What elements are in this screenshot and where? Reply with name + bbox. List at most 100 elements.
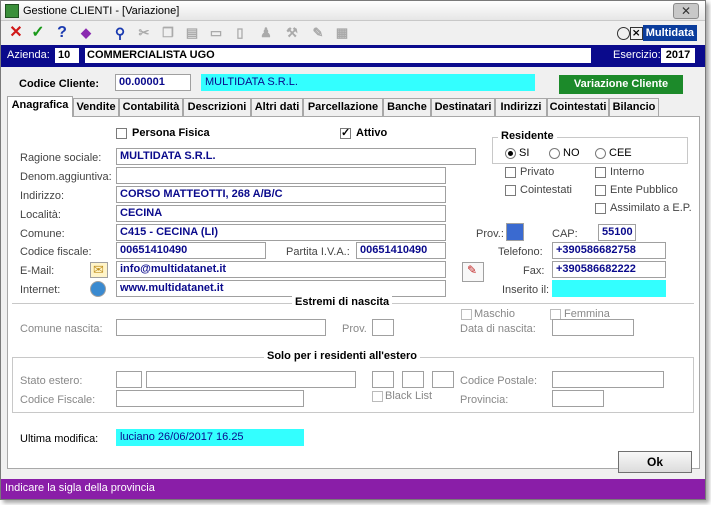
paste-icon[interactable]: ▤: [183, 24, 201, 42]
tab-parcellazione[interactable]: Parcellazione: [303, 98, 383, 116]
azienda-bar: Azienda: 10 COMMERCIALISTA UGO Esercizio…: [1, 45, 705, 67]
ok-button[interactable]: Ok: [618, 451, 692, 473]
stato-estero-name-field[interactable]: [146, 371, 356, 388]
data-nascita-label: Data di nascita:: [460, 323, 536, 335]
codice-fiscale-estero-field[interactable]: [116, 390, 304, 407]
cut-icon[interactable]: ✂: [135, 24, 153, 42]
delete-icon[interactable]: ✕: [7, 24, 25, 42]
residente-no-radio[interactable]: [549, 148, 560, 159]
ragione-sociale-field[interactable]: MULTIDATA S.R.L.: [116, 148, 476, 165]
assimilato-checkbox[interactable]: [595, 203, 606, 214]
email-field[interactable]: info@multidatanet.it: [116, 261, 446, 278]
esercizio-label: Esercizio:: [613, 49, 661, 61]
title-bar: Gestione CLIENTI - [Variazione] ✕: [1, 1, 705, 21]
fax-field[interactable]: +390586682222: [552, 261, 666, 278]
tab-banche[interactable]: Banche: [383, 98, 431, 116]
denom-aggiuntiva-field[interactable]: [116, 167, 446, 184]
data-nascita-field[interactable]: [552, 319, 634, 336]
cap-field[interactable]: 55100: [598, 224, 636, 241]
prov-nascita-field[interactable]: [372, 319, 394, 336]
comune-field[interactable]: C415 - CECINA (LI): [116, 224, 446, 241]
stato-estero-code-field[interactable]: [116, 371, 142, 388]
toolbar: ✕ ✓ ? ◆ ⚲ ✂ ❐ ▤ ▭ ▯ ♟ ⚒ ✎ ▦: [1, 22, 705, 44]
ente-pubblico-checkbox[interactable]: [595, 185, 606, 196]
inserito-field: [552, 280, 666, 297]
attivo-checkbox[interactable]: [340, 126, 351, 139]
persona-fisica-label: Persona Fisica: [132, 127, 210, 139]
interno-checkbox[interactable]: [595, 167, 606, 178]
tab-descrizioni[interactable]: Descrizioni: [183, 98, 251, 116]
tab-contabilita[interactable]: Contabilità: [119, 98, 183, 116]
tab-anagrafica[interactable]: Anagrafica: [7, 96, 73, 117]
black-list-checkbox[interactable]: [372, 391, 383, 402]
partita-iva-field[interactable]: 00651410490: [356, 242, 446, 259]
cointestati-label: Cointestati: [520, 184, 572, 196]
codice-fiscale-label: Codice fiscale:: [20, 246, 92, 258]
maschio-checkbox[interactable]: [461, 309, 472, 320]
globe-icon[interactable]: [90, 281, 106, 297]
azienda-code: 10: [55, 48, 79, 63]
tab-altri-dati[interactable]: Altri dati: [251, 98, 303, 116]
black-list-label: Black List: [385, 390, 433, 402]
azienda-name: COMMERCIALISTA UGO: [85, 48, 591, 63]
nascita-title: Estremi di nascita: [292, 296, 393, 308]
copy-icon[interactable]: ❐: [159, 24, 177, 42]
email-icon[interactable]: ✉: [90, 262, 108, 278]
logo-box-icon: ⨯: [629, 26, 643, 40]
close-button[interactable]: ✕: [673, 3, 699, 19]
print-icon[interactable]: ▭: [207, 24, 225, 42]
cliente-name-display: MULTIDATA S.R.L.: [201, 74, 535, 91]
codice-cliente-field[interactable]: 00.00001: [115, 74, 191, 91]
cointestati-checkbox[interactable]: [505, 185, 516, 196]
telefono-label: Telefono:: [498, 246, 543, 258]
notes-icon[interactable]: ▦: [333, 24, 351, 42]
telefono-field[interactable]: +390586682758: [552, 242, 666, 259]
internet-field[interactable]: www.multidatanet.it: [116, 280, 446, 297]
esercizio-value: 2017: [661, 48, 695, 63]
estero-field-2[interactable]: [402, 371, 424, 388]
tab-destinatari[interactable]: Destinatari: [431, 98, 495, 116]
stato-estero-label: Stato estero:: [20, 375, 83, 387]
denom-aggiuntiva-label: Denom.aggiuntiva:: [20, 171, 112, 183]
codice-fiscale-estero-label: Codice Fiscale:: [20, 394, 96, 406]
residente-title: Residente: [498, 130, 557, 142]
logo-circle-icon: [616, 26, 630, 40]
tools-icon[interactable]: ⚒: [283, 24, 301, 42]
tab-indirizzi[interactable]: Indirizzi: [495, 98, 547, 116]
codice-fiscale-field[interactable]: 00651410490: [116, 242, 266, 259]
help-icon[interactable]: ?: [53, 24, 71, 42]
codice-postale-field[interactable]: [552, 371, 664, 388]
interno-label: Interno: [610, 166, 645, 178]
residente-cee-radio[interactable]: [595, 148, 606, 159]
variazione-cliente-badge: Variazione Cliente: [559, 75, 683, 94]
estero-field-1[interactable]: [372, 371, 394, 388]
confirm-icon[interactable]: ✓: [29, 24, 47, 42]
user-icon[interactable]: ♟: [257, 24, 275, 42]
binoculars-icon[interactable]: ⚲: [111, 24, 129, 42]
logo-label: Multidata: [642, 25, 697, 41]
tab-cointestati[interactable]: Cointestati: [547, 98, 609, 116]
persona-fisica-checkbox[interactable]: [116, 128, 127, 139]
tab-vendite[interactable]: Vendite: [73, 98, 119, 116]
privato-checkbox[interactable]: [505, 167, 516, 178]
edit-icon[interactable]: ✎: [309, 24, 327, 42]
residente-si-radio[interactable]: [505, 148, 516, 159]
multidata-logo: ⨯ Multidata: [616, 25, 697, 43]
indirizzo-field[interactable]: CORSO MATTEOTTI, 268 A/B/C: [116, 186, 446, 203]
comune-nascita-field[interactable]: [116, 319, 326, 336]
residente-no-label: NO: [563, 147, 580, 159]
document-icon[interactable]: ▯: [231, 24, 249, 42]
ultima-modifica-field: luciano 26/06/2017 16.25: [116, 429, 304, 446]
localita-field[interactable]: CECINA: [116, 205, 446, 222]
anagrafica-panel: Persona Fisica Attivo Ragione sociale: M…: [7, 116, 700, 469]
info-icon[interactable]: ◆: [77, 24, 95, 42]
provincia-lookup-icon[interactable]: [506, 223, 524, 241]
tab-bilancio[interactable]: Bilancio: [609, 98, 659, 116]
estero-field-3[interactable]: [432, 371, 454, 388]
ragione-sociale-label: Ragione sociale:: [20, 152, 102, 164]
comune-label: Comune:: [20, 228, 65, 240]
certificate-icon[interactable]: ✎: [462, 262, 484, 282]
provincia-estero-field[interactable]: [552, 390, 604, 407]
internet-label: Internet:: [20, 284, 61, 296]
main-window: Gestione CLIENTI - [Variazione] ✕ ✕ ✓ ? …: [0, 0, 706, 500]
